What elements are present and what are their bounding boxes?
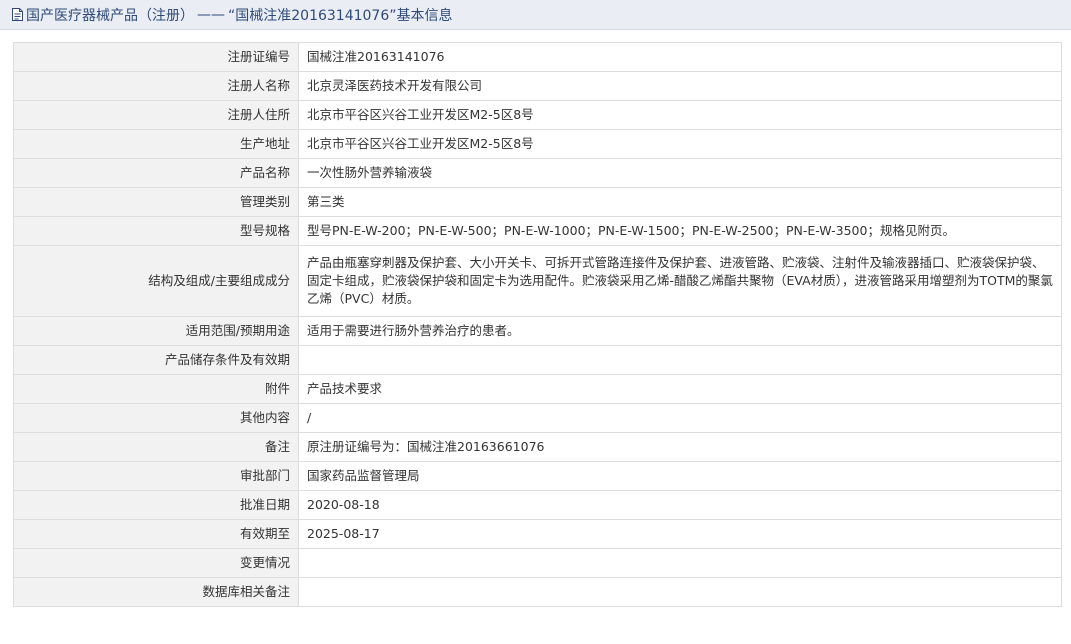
- table-row: 产品名称 一次性肠外营养输液袋: [13, 158, 1062, 188]
- field-label: 变更情况: [13, 548, 299, 578]
- field-label: 型号规格: [13, 216, 299, 246]
- field-label: 审批部门: [13, 461, 299, 491]
- field-label: 注册证编号: [13, 42, 299, 72]
- table-row: 数据库相关备注: [13, 577, 1062, 607]
- table-row: 适用范围/预期用途 适用于需要进行肠外营养治疗的患者。: [13, 316, 1062, 346]
- field-label: 批准日期: [13, 490, 299, 520]
- field-label: 产品储存条件及有效期: [13, 345, 299, 375]
- field-label: 数据库相关备注: [13, 577, 299, 607]
- field-label: 注册人住所: [13, 100, 299, 130]
- field-value: [298, 548, 1062, 578]
- table-row: 审批部门 国家药品监督管理局: [13, 461, 1062, 491]
- field-value: 国械注准20163141076: [298, 42, 1062, 72]
- table-row: 结构及组成/主要组成成分 产品由瓶塞穿刺器及保护套、大小开关卡、可拆开式管路连接…: [13, 245, 1062, 317]
- field-value: 产品技术要求: [298, 374, 1062, 404]
- field-value: 2020-08-18: [298, 490, 1062, 520]
- section-name: 国产医疗器械产品（注册）: [26, 7, 194, 24]
- field-value: 适用于需要进行肠外营养治疗的患者。: [298, 316, 1062, 346]
- field-label: 有效期至: [13, 519, 299, 549]
- table-row: 型号规格 型号PN-E-W-200；PN-E-W-500；PN-E-W-1000…: [13, 216, 1062, 246]
- field-label: 结构及组成/主要组成成分: [13, 245, 299, 317]
- field-label: 注册人名称: [13, 71, 299, 101]
- field-value: 国家药品监督管理局: [298, 461, 1062, 491]
- field-value: 产品由瓶塞穿刺器及保护套、大小开关卡、可拆开式管路连接件及保护套、进液管路、贮液…: [298, 245, 1062, 317]
- table-row: 附件 产品技术要求: [13, 374, 1062, 404]
- field-value: 北京市平谷区兴谷工业开发区M2-5区8号: [298, 129, 1062, 159]
- table-row: 注册人住所 北京市平谷区兴谷工业开发区M2-5区8号: [13, 100, 1062, 130]
- field-label: 生产地址: [13, 129, 299, 159]
- table-row: 变更情况: [13, 548, 1062, 578]
- field-value: 型号PN-E-W-200；PN-E-W-500；PN-E-W-1000；PN-E…: [298, 216, 1062, 246]
- info-table: 注册证编号 国械注准20163141076 注册人名称 北京灵泽医药技术开发有限…: [13, 42, 1062, 607]
- field-label: 其他内容: [13, 403, 299, 433]
- field-label: 适用范围/预期用途: [13, 316, 299, 346]
- table-row: 管理类别 第三类: [13, 187, 1062, 217]
- table-row: 注册人名称 北京灵泽医药技术开发有限公司: [13, 71, 1062, 101]
- page-title-bar: 国产医疗器械产品（注册） —— “国械注准20163141076”基本信息: [0, 0, 1071, 30]
- field-value: 北京灵泽医药技术开发有限公司: [298, 71, 1062, 101]
- field-value: 第三类: [298, 187, 1062, 217]
- field-label: 管理类别: [13, 187, 299, 217]
- title-separator: ——: [197, 6, 225, 23]
- field-label: 附件: [13, 374, 299, 404]
- table-row: 产品储存条件及有效期: [13, 345, 1062, 375]
- field-value: [298, 577, 1062, 607]
- field-label: 备注: [13, 432, 299, 462]
- field-value: 一次性肠外营养输液袋: [298, 158, 1062, 188]
- table-row: 注册证编号 国械注准20163141076: [13, 42, 1062, 72]
- field-value: 北京市平谷区兴谷工业开发区M2-5区8号: [298, 100, 1062, 130]
- record-title: “国械注准20163141076”基本信息: [228, 7, 453, 24]
- field-value: /: [298, 403, 1062, 433]
- field-value: 2025-08-17: [298, 519, 1062, 549]
- field-value: [298, 345, 1062, 375]
- table-row: 批准日期 2020-08-18: [13, 490, 1062, 520]
- table-row: 备注 原注册证编号为：国械注准20163661076: [13, 432, 1062, 462]
- document-icon: [12, 8, 23, 21]
- table-row: 生产地址 北京市平谷区兴谷工业开发区M2-5区8号: [13, 129, 1062, 159]
- table-row: 其他内容 /: [13, 403, 1062, 433]
- table-row: 有效期至 2025-08-17: [13, 519, 1062, 549]
- field-label: 产品名称: [13, 158, 299, 188]
- field-value: 原注册证编号为：国械注准20163661076: [298, 432, 1062, 462]
